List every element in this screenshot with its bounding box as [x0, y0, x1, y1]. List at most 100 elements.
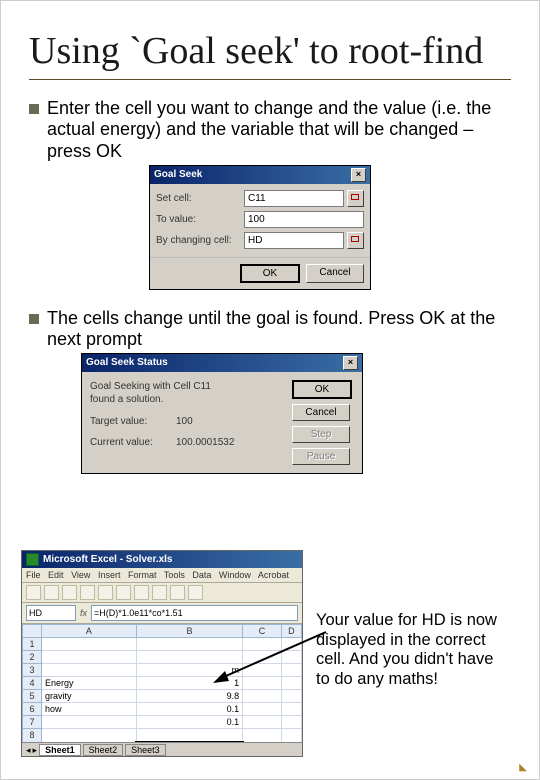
- table-row[interactable]: 6how0.1: [23, 703, 302, 716]
- cell[interactable]: [243, 638, 282, 651]
- ok-button[interactable]: OK: [240, 264, 300, 283]
- to-value-input[interactable]: 100: [244, 211, 364, 228]
- ok-button[interactable]: OK: [292, 380, 352, 399]
- cell[interactable]: Energy: [42, 677, 137, 690]
- cell[interactable]: [42, 638, 137, 651]
- toolbar-icon[interactable]: [26, 585, 41, 600]
- menu-file[interactable]: File: [26, 570, 41, 580]
- row-header[interactable]: 8: [23, 729, 42, 743]
- menu-view[interactable]: View: [71, 570, 90, 580]
- dialog-title: Goal Seek: [154, 169, 202, 180]
- cell[interactable]: m: [136, 664, 242, 677]
- by-changing-input[interactable]: HD: [244, 232, 344, 249]
- toolbar-icon[interactable]: [98, 585, 113, 600]
- row-header[interactable]: 3: [23, 664, 42, 677]
- cell[interactable]: [243, 716, 282, 729]
- title-rule: [29, 79, 511, 80]
- tab-nav-icon[interactable]: ▸: [33, 745, 38, 756]
- menu-data[interactable]: Data: [192, 570, 211, 580]
- tab-nav-icon[interactable]: ◂: [26, 745, 31, 756]
- toolbar-icon[interactable]: [116, 585, 131, 600]
- row-header[interactable]: 1: [23, 638, 42, 651]
- close-icon[interactable]: ×: [351, 168, 366, 182]
- cell[interactable]: gravity: [42, 690, 137, 703]
- menu-window[interactable]: Window: [219, 570, 251, 580]
- sheet-tab[interactable]: Sheet2: [83, 744, 124, 756]
- menu-tools[interactable]: Tools: [164, 570, 185, 580]
- table-row[interactable]: 3m: [23, 664, 302, 677]
- excel-menubar[interactable]: File Edit View Insert Format Tools Data …: [22, 568, 302, 583]
- set-cell-input[interactable]: C11: [244, 190, 344, 207]
- cell[interactable]: [243, 690, 282, 703]
- row-header[interactable]: 2: [23, 651, 42, 664]
- cell[interactable]: 0.1: [136, 703, 242, 716]
- menu-insert[interactable]: Insert: [98, 570, 121, 580]
- cell[interactable]: [243, 651, 282, 664]
- table-row[interactable]: 5gravity9.8: [23, 690, 302, 703]
- toolbar-icon[interactable]: [80, 585, 95, 600]
- cell[interactable]: [243, 703, 282, 716]
- table-row[interactable]: 4Energy1: [23, 677, 302, 690]
- cell[interactable]: how: [42, 703, 137, 716]
- cell[interactable]: [281, 677, 301, 690]
- slide-corner-decoration: ◣: [519, 762, 527, 773]
- cell[interactable]: [281, 729, 301, 743]
- menu-acrobat[interactable]: Acrobat: [258, 570, 289, 580]
- toolbar-icon[interactable]: [170, 585, 185, 600]
- name-box[interactable]: HD: [26, 605, 76, 621]
- cell[interactable]: [243, 729, 282, 743]
- cell[interactable]: [136, 729, 242, 743]
- close-icon[interactable]: ×: [343, 356, 358, 370]
- cancel-button[interactable]: Cancel: [306, 264, 364, 283]
- cell[interactable]: [281, 638, 301, 651]
- table-row[interactable]: 2: [23, 651, 302, 664]
- bullet-square-icon: [29, 104, 39, 114]
- ref-picker-icon[interactable]: [347, 232, 364, 249]
- menu-format[interactable]: Format: [128, 570, 157, 580]
- sheet-tab[interactable]: Sheet3: [125, 744, 166, 756]
- row-header[interactable]: 5: [23, 690, 42, 703]
- cell[interactable]: [243, 664, 282, 677]
- cell[interactable]: [243, 677, 282, 690]
- cell[interactable]: [281, 664, 301, 677]
- toolbar-icon[interactable]: [62, 585, 77, 600]
- cell[interactable]: [136, 651, 242, 664]
- cell[interactable]: [281, 703, 301, 716]
- step-button[interactable]: Step: [292, 426, 350, 443]
- col-header[interactable]: B: [136, 625, 242, 638]
- cell[interactable]: [281, 690, 301, 703]
- target-value-label: Target value:: [90, 415, 168, 429]
- col-header[interactable]: A: [42, 625, 137, 638]
- toolbar-icon[interactable]: [134, 585, 149, 600]
- row-header[interactable]: 4: [23, 677, 42, 690]
- table-row[interactable]: 1: [23, 638, 302, 651]
- cell[interactable]: [42, 664, 137, 677]
- pause-button[interactable]: Pause: [292, 448, 350, 465]
- sheet-tab[interactable]: Sheet1: [39, 744, 81, 756]
- cancel-button[interactable]: Cancel: [292, 404, 350, 421]
- cell[interactable]: 9.8: [136, 690, 242, 703]
- cell[interactable]: [281, 716, 301, 729]
- cell[interactable]: [42, 716, 137, 729]
- table-row[interactable]: 8: [23, 729, 302, 743]
- menu-edit[interactable]: Edit: [48, 570, 64, 580]
- cell[interactable]: [281, 651, 301, 664]
- fx-icon[interactable]: fx: [80, 608, 87, 618]
- cell[interactable]: 1: [136, 677, 242, 690]
- row-header[interactable]: 7: [23, 716, 42, 729]
- col-header[interactable]: C: [243, 625, 282, 638]
- toolbar-icon[interactable]: [152, 585, 167, 600]
- toolbar-icon[interactable]: [188, 585, 203, 600]
- ref-picker-icon[interactable]: [347, 190, 364, 207]
- cell[interactable]: 0.1: [136, 716, 242, 729]
- cell[interactable]: [136, 638, 242, 651]
- formula-input[interactable]: =H(D)*1.0e11*co*1.51: [91, 605, 298, 621]
- excel-grid[interactable]: ABCD123m4Energy15gravity9.86how0.170.189…: [22, 624, 302, 742]
- cell[interactable]: [42, 729, 137, 743]
- toolbar-icon[interactable]: [44, 585, 59, 600]
- table-row[interactable]: 70.1: [23, 716, 302, 729]
- status-line-2: found a solution.: [90, 393, 284, 407]
- col-header[interactable]: D: [281, 625, 301, 638]
- row-header[interactable]: 6: [23, 703, 42, 716]
- cell[interactable]: [42, 651, 137, 664]
